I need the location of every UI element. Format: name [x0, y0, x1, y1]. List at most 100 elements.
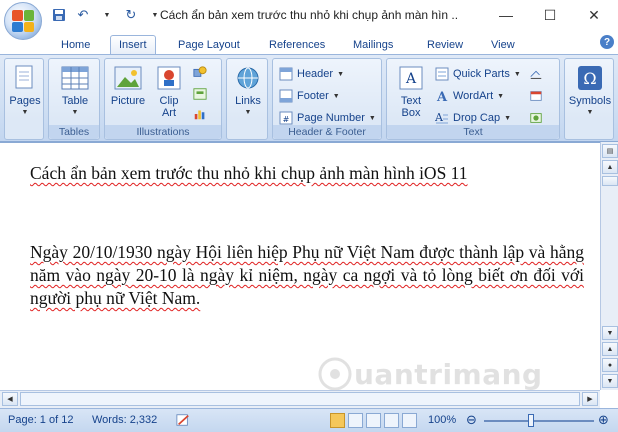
- watermark-text: uantrimang: [354, 357, 543, 391]
- zoom-slider-track[interactable]: [484, 420, 594, 422]
- tab-home[interactable]: Home: [61, 35, 90, 54]
- tab-mailings[interactable]: Mailings: [353, 35, 393, 54]
- undo-icon[interactable]: ↶: [74, 6, 92, 24]
- group-tables: Table ▼ Tables: [48, 58, 100, 140]
- scroll-up-icon[interactable]: ▲: [602, 160, 618, 174]
- document-paragraph: Ngày 20/10/1930 ngày Hội liên hiệp Phụ n…: [30, 242, 584, 308]
- wordart-icon: A: [435, 89, 449, 103]
- document-title-line: Cách ẩn bản xem trước thu nhỏ khi chụp ả…: [30, 163, 468, 183]
- chart-icon[interactable]: [193, 107, 207, 121]
- table-button[interactable]: Table ▼: [55, 63, 95, 119]
- quick-parts-icon: [435, 67, 449, 81]
- tab-view[interactable]: View: [491, 35, 515, 54]
- quick-parts-button[interactable]: Quick Parts ▼: [435, 65, 521, 83]
- tab-review[interactable]: Review: [427, 35, 463, 54]
- watermark-logo: uantrimang: [318, 357, 543, 391]
- minimize-button[interactable]: —: [484, 0, 528, 30]
- horizontal-scrollbar[interactable]: ◀ ▶: [0, 390, 600, 408]
- title-bar: ↶ ▼ ↻ ▼ Cách ẩn bản xem trước thu nhỏ kh…: [0, 0, 618, 32]
- signature-line-icon[interactable]: [529, 67, 543, 81]
- text-box-button[interactable]: A Text Box: [391, 63, 431, 119]
- text-box-label: Text Box: [400, 95, 422, 119]
- close-button[interactable]: ✕: [572, 0, 616, 30]
- undo-dropdown-icon[interactable]: ▼: [98, 6, 116, 24]
- symbols-label: Symbols: [568, 95, 612, 107]
- header-button[interactable]: Header ▼: [279, 65, 344, 83]
- picture-icon: [113, 63, 143, 93]
- ruler-toggle-icon[interactable]: ▤: [602, 144, 618, 158]
- links-button[interactable]: Links ▼: [229, 63, 267, 119]
- page-count[interactable]: Page: 1 of 12: [8, 414, 73, 426]
- ribbon-tabs: Home Insert Page Layout References Maili…: [0, 32, 618, 54]
- zoom-level[interactable]: 100%: [428, 414, 456, 426]
- redo-icon[interactable]: ↻: [122, 6, 140, 24]
- scroll-down-icon[interactable]: ▼: [602, 326, 618, 340]
- group-header-footer: Header ▼ Footer ▼ # Page Number ▼ Header & …: [272, 58, 382, 140]
- select-browse-object-icon[interactable]: ●: [602, 358, 618, 372]
- next-page-icon[interactable]: ▼: [602, 374, 618, 388]
- svg-text:Ω: Ω: [583, 69, 596, 88]
- wordart-button[interactable]: A WordArt ▼: [435, 87, 504, 105]
- table-icon: [60, 63, 90, 93]
- maximize-button[interactable]: ☐: [528, 0, 572, 30]
- drop-cap-label: Drop Cap: [453, 112, 501, 124]
- text-box-icon: A: [396, 63, 426, 93]
- header-icon: [279, 67, 293, 81]
- page-number-label: Page Number: [297, 112, 365, 124]
- header-label: Header: [297, 68, 334, 80]
- svg-text:A: A: [405, 71, 417, 87]
- table-label: Table: [61, 95, 89, 107]
- office-logo-icon: [12, 10, 34, 32]
- scroll-left-icon[interactable]: ◀: [2, 392, 18, 406]
- help-icon[interactable]: ?: [600, 35, 614, 49]
- tables-group-label: Tables: [49, 125, 99, 139]
- header-dropdown-icon: ▼: [337, 70, 345, 78]
- symbols-button[interactable]: Ω Symbols ▼: [567, 63, 613, 119]
- document-area[interactable]: Cách ẩn bản xem trước thu nhỏ khi chụp ả…: [0, 142, 600, 390]
- insert-object-icon[interactable]: [529, 111, 543, 125]
- shapes-icon[interactable]: [193, 65, 207, 79]
- save-icon[interactable]: [50, 6, 68, 24]
- page-number-dropdown-icon: ▼: [368, 114, 376, 122]
- tab-page-layout[interactable]: Page Layout: [178, 35, 240, 54]
- vertical-scrollbar[interactable]: ▤ ▲ ▼ ▲ ● ▼: [600, 142, 618, 390]
- word-count[interactable]: Words: 2,332: [92, 414, 157, 426]
- office-button[interactable]: [4, 2, 42, 40]
- watermark-icon: [318, 357, 352, 391]
- zoom-slider-thumb[interactable]: [528, 414, 534, 427]
- zoom-in-icon[interactable]: ⊕: [598, 412, 609, 428]
- full-screen-reading-button[interactable]: [348, 413, 363, 428]
- zoom-out-icon[interactable]: ⊖: [466, 412, 477, 428]
- scroll-thumb[interactable]: [602, 176, 618, 186]
- scroll-right-icon[interactable]: ▶: [582, 392, 598, 406]
- smartart-icon[interactable]: [193, 87, 207, 101]
- header-footer-group-label: Header & Footer: [273, 125, 381, 139]
- illustrations-group-label: Illustrations: [105, 125, 221, 139]
- group-links: Links ▼: [226, 58, 268, 140]
- group-text: A Text Box Quick Parts ▼ A WordArt ▼ A Dro…: [386, 58, 560, 140]
- text-group-label: Text: [387, 125, 559, 139]
- omega-icon: Ω: [575, 63, 605, 93]
- draft-view-button[interactable]: [402, 413, 417, 428]
- pages-button[interactable]: Pages ▼: [8, 63, 42, 119]
- quick-parts-label: Quick Parts: [453, 68, 510, 80]
- web-layout-button[interactable]: [366, 413, 381, 428]
- tab-insert[interactable]: Insert: [110, 35, 156, 54]
- footer-button[interactable]: Footer ▼: [279, 87, 340, 105]
- picture-button[interactable]: Picture: [108, 63, 148, 107]
- wordart-label: WordArt: [453, 90, 494, 102]
- print-layout-view-button[interactable]: [330, 413, 345, 428]
- ribbon: Pages ▼ Table ▼ Tables Picture Clip Art: [0, 54, 618, 142]
- tab-references[interactable]: References: [269, 35, 325, 54]
- previous-page-icon[interactable]: ▲: [602, 342, 618, 356]
- table-dropdown-icon: ▼: [71, 109, 79, 116]
- links-label: Links: [235, 95, 261, 107]
- outline-view-button[interactable]: [384, 413, 399, 428]
- date-time-icon[interactable]: [529, 89, 543, 103]
- clip-art-button[interactable]: Clip Art: [151, 63, 187, 119]
- globe-link-icon: [233, 63, 263, 93]
- svg-text:A: A: [435, 111, 444, 124]
- proofing-icon[interactable]: [176, 413, 190, 427]
- clip-art-label: Clip Art: [159, 95, 179, 119]
- hscroll-thumb[interactable]: [20, 392, 580, 406]
